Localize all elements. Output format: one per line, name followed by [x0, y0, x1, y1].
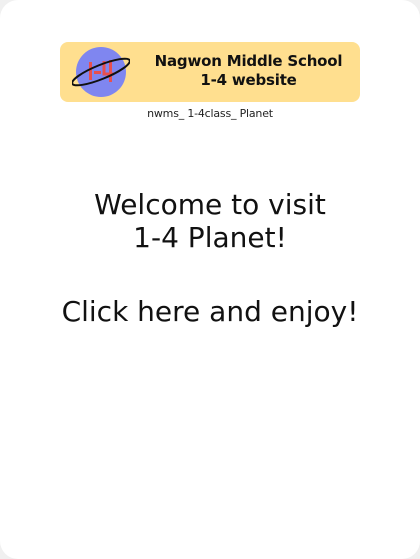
page-card: Nagwon Middle School 1-4 website nwms_ 1…: [0, 0, 420, 559]
banner-title: Nagwon Middle School 1-4 website: [146, 52, 351, 90]
banner-title-line2: 1-4 website: [200, 71, 297, 89]
account-handle: nwms_ 1-4class_ Planet: [147, 107, 273, 120]
welcome-line1: Welcome to visit: [94, 188, 326, 221]
welcome-heading: Welcome to visit 1-4 Planet!: [0, 188, 420, 254]
enter-link[interactable]: Click here and enjoy!: [0, 294, 420, 330]
banner-title-line1: Nagwon Middle School: [154, 52, 343, 70]
school-banner[interactable]: Nagwon Middle School 1-4 website: [60, 42, 360, 102]
welcome-line2: 1-4 Planet!: [133, 221, 287, 254]
planet-icon: [72, 47, 130, 97]
